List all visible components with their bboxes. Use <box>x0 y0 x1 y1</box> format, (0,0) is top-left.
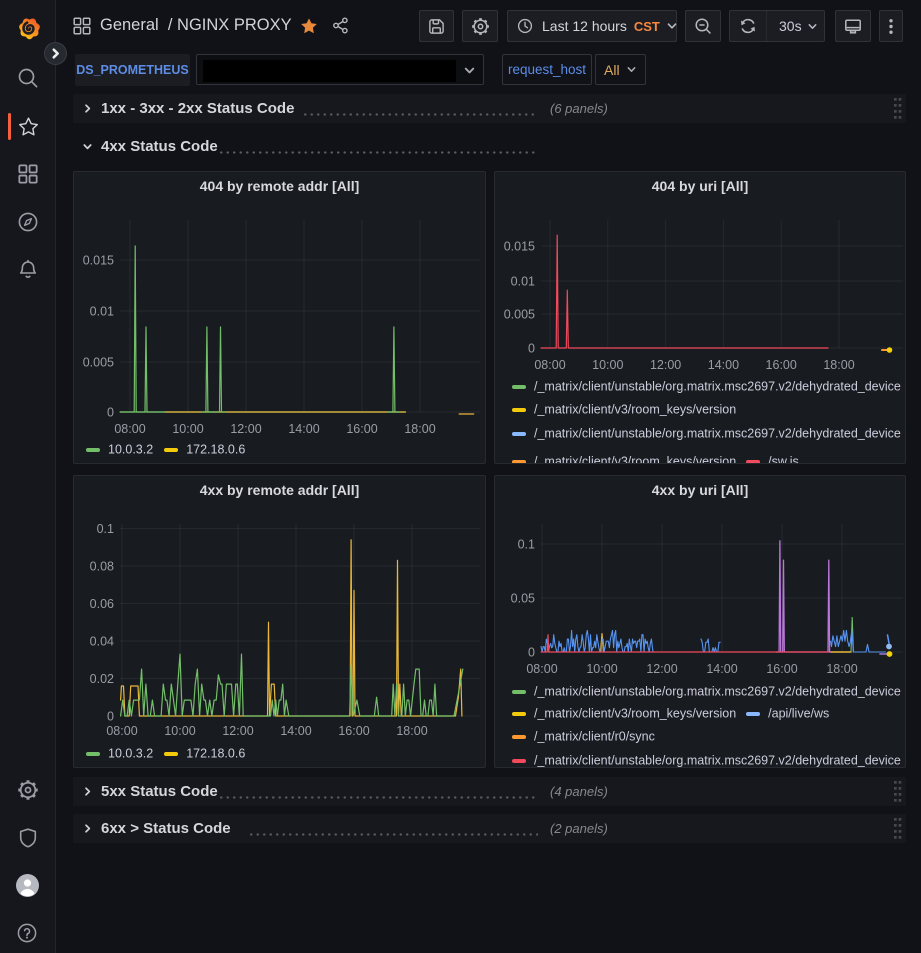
svg-text:0.02: 0.02 <box>90 672 114 686</box>
svg-text:0: 0 <box>107 406 114 420</box>
svg-text:12:00: 12:00 <box>650 358 681 372</box>
svg-text:0.08: 0.08 <box>90 560 114 574</box>
svg-text:10:00: 10:00 <box>164 724 195 738</box>
svg-text:0.1: 0.1 <box>518 538 535 552</box>
svg-text:14:00: 14:00 <box>280 724 311 738</box>
svg-text:12:00: 12:00 <box>222 724 253 738</box>
svg-text:08:00: 08:00 <box>526 662 557 676</box>
svg-text:08:00: 08:00 <box>114 422 145 436</box>
svg-text:08:00: 08:00 <box>534 358 565 372</box>
svg-text:18:00: 18:00 <box>404 422 435 436</box>
svg-text:0.005: 0.005 <box>504 308 535 322</box>
svg-text:0.04: 0.04 <box>90 635 114 649</box>
svg-text:16:00: 16:00 <box>766 358 797 372</box>
svg-text:0: 0 <box>528 646 535 660</box>
svg-text:0.015: 0.015 <box>504 240 535 254</box>
svg-text:18:00: 18:00 <box>396 724 427 738</box>
svg-text:10:00: 10:00 <box>586 662 617 676</box>
svg-text:12:00: 12:00 <box>230 422 261 436</box>
svg-text:16:00: 16:00 <box>346 422 377 436</box>
svg-text:0.01: 0.01 <box>90 305 114 319</box>
svg-text:10:00: 10:00 <box>592 358 623 372</box>
svg-text:0.06: 0.06 <box>90 597 114 611</box>
svg-text:0: 0 <box>107 710 114 724</box>
svg-text:14:00: 14:00 <box>288 422 319 436</box>
svg-text:10:00: 10:00 <box>172 422 203 436</box>
svg-text:14:00: 14:00 <box>708 358 739 372</box>
svg-text:0.015: 0.015 <box>83 254 114 268</box>
svg-text:16:00: 16:00 <box>766 662 797 676</box>
svg-text:0.05: 0.05 <box>511 592 535 606</box>
svg-text:0.01: 0.01 <box>511 275 535 289</box>
svg-text:0.005: 0.005 <box>83 356 114 370</box>
svg-text:18:00: 18:00 <box>826 662 857 676</box>
svg-text:12:00: 12:00 <box>646 662 677 676</box>
svg-text:14:00: 14:00 <box>706 662 737 676</box>
svg-text:0.1: 0.1 <box>97 522 114 536</box>
svg-text:16:00: 16:00 <box>338 724 369 738</box>
svg-text:08:00: 08:00 <box>106 724 137 738</box>
svg-text:18:00: 18:00 <box>823 358 854 372</box>
svg-text:0: 0 <box>528 342 535 356</box>
